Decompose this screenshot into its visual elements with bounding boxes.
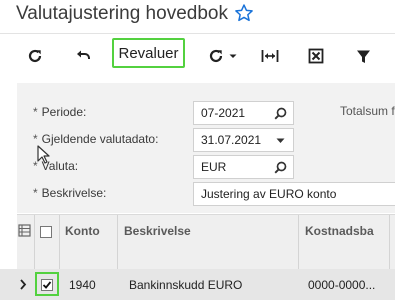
column-header-account[interactable]: Konto [65, 224, 100, 238]
export-excel-icon [308, 48, 324, 64]
currency-field[interactable]: EUR [193, 155, 294, 179]
rate-date-field[interactable]: 31.07.2021 [193, 128, 294, 152]
select-all-checkbox[interactable] [40, 226, 52, 238]
cell-cost-center: 0000-0000... [308, 278, 376, 292]
column-header-cost-center[interactable]: Kostnadsba [305, 224, 374, 238]
chevron-down-icon[interactable] [274, 134, 287, 147]
total-label: Totalsum f [340, 104, 395, 118]
export-excel-button[interactable] [303, 42, 329, 70]
chevron-down-icon [229, 54, 237, 58]
star-outline-icon[interactable] [234, 3, 254, 23]
row-settings-icon[interactable] [18, 224, 31, 237]
search-icon[interactable] [274, 107, 287, 120]
gear-refresh-icon [209, 49, 223, 63]
row-arrow-icon [20, 279, 27, 290]
title-bar: Valutajustering hovedbok [0, 0, 395, 30]
refresh-icon [28, 49, 42, 63]
undo-button[interactable] [70, 42, 96, 70]
filter-button[interactable] [350, 42, 376, 70]
refresh-button[interactable] [22, 42, 48, 70]
mouse-cursor-icon [37, 145, 50, 164]
filter-icon [356, 50, 370, 63]
undo-icon [77, 50, 90, 59]
checkbox-highlight [35, 272, 59, 296]
toolbar [0, 33, 395, 78]
rate-date-label: * Gjeldende valutadato: [33, 132, 159, 146]
description-field[interactable]: Justering av EURO konto [193, 182, 395, 206]
revalue-button[interactable]: Revaluer [112, 38, 185, 68]
description-label: * Beskrivelse: [33, 186, 107, 200]
table-row[interactable]: 1940 Bankinnskudd EURO 0000-0000... [0, 269, 395, 300]
fit-columns-icon [261, 50, 279, 62]
page-title: Valutajustering hovedbok [16, 3, 228, 24]
period-label: * Periode: [33, 105, 87, 119]
search-icon[interactable] [274, 161, 287, 174]
grid-header: Konto Beskrivelse Kostnadsba [17, 214, 395, 270]
actions-dropdown-button[interactable] [203, 42, 243, 70]
column-header-description[interactable]: Beskrivelse [124, 224, 191, 238]
cell-account: 1940 [69, 278, 96, 292]
fit-columns-button[interactable] [257, 42, 283, 70]
period-field[interactable]: 07-2021 [193, 101, 294, 125]
cell-description: Bankinnskudd EURO [129, 278, 243, 292]
